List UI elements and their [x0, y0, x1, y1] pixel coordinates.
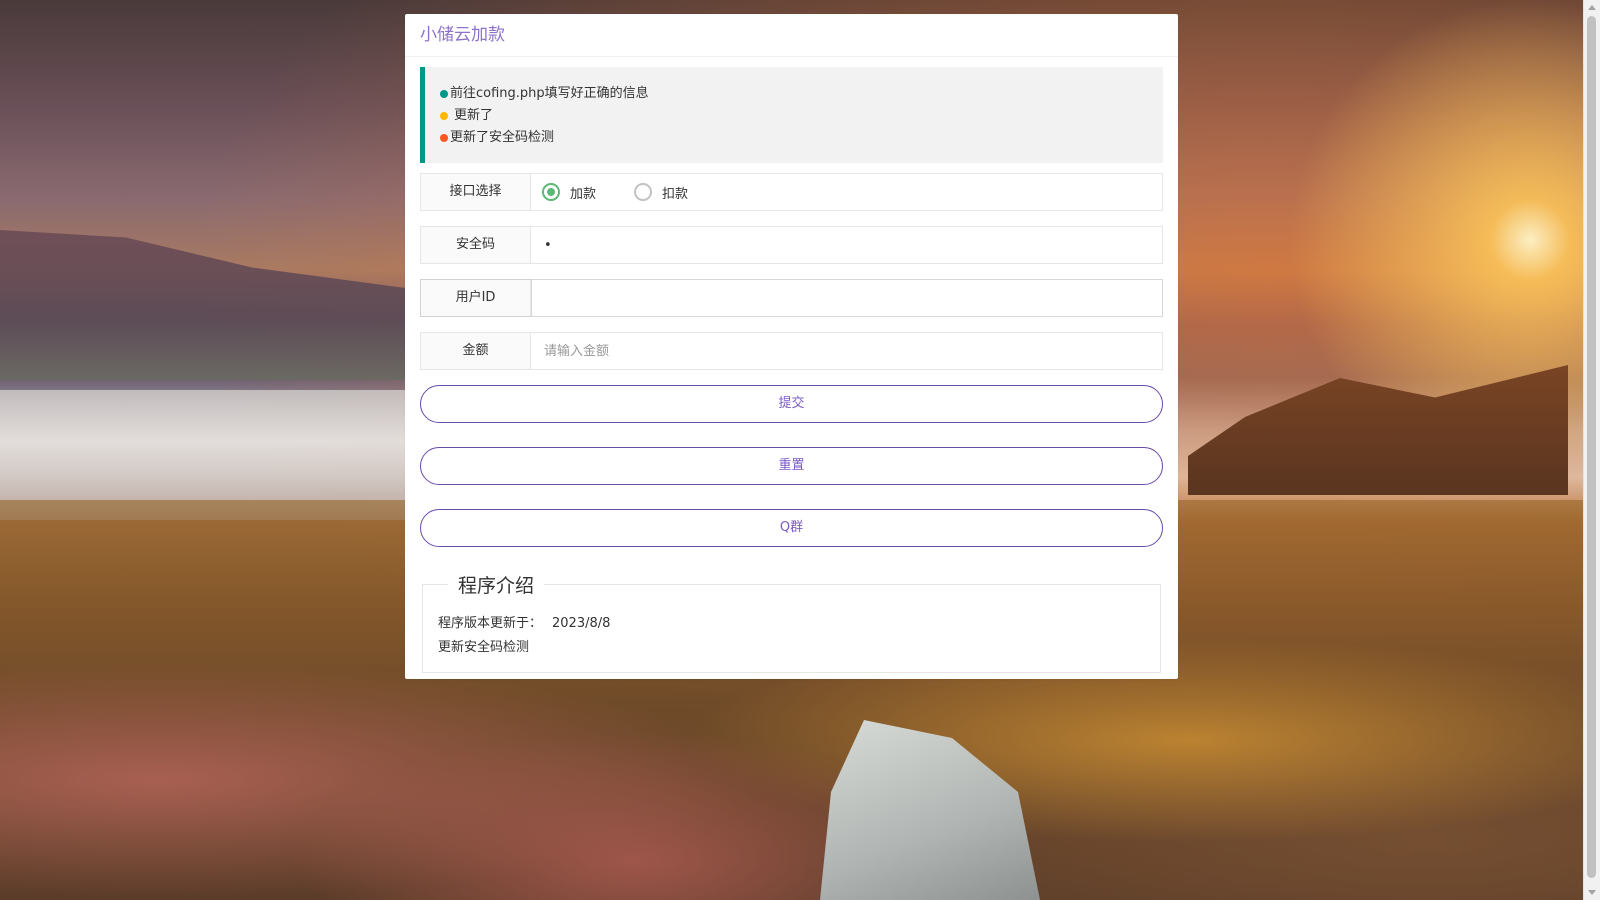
background-hill-left [0, 230, 420, 380]
notice-item: 前往cofing.php填写好正确的信息 [440, 83, 1163, 105]
scroll-up-arrow-icon[interactable] [1588, 5, 1596, 10]
scrollbar-thumb[interactable] [1587, 16, 1596, 878]
panel-body: 前往cofing.php填写好正确的信息 更新了 更新了安全码检测 接口选择 加… [405, 57, 1178, 673]
bullet-dot-icon [440, 90, 448, 98]
qq-group-button[interactable]: Q群 [420, 509, 1163, 547]
program-intro-legend: 程序介绍 [458, 575, 535, 597]
radio-unchecked-icon[interactable] [634, 183, 653, 201]
main-panel: 小储云加款 前往cofing.php填写好正确的信息 更新了 更新了安全码检测 … [405, 14, 1178, 679]
amount-input[interactable] [542, 332, 1162, 370]
panel-title: 小储云加款 [405, 14, 1178, 57]
notice-text: 更新了 [454, 108, 494, 123]
api-radio-group: 加款 扣款 [531, 174, 1162, 210]
amount-label: 金额 [421, 333, 531, 369]
user-id-input[interactable] [543, 279, 1162, 317]
user-id-row: 用户ID [420, 279, 1163, 317]
radio-add-funds[interactable]: 加款 [542, 183, 596, 202]
radio-deduct-funds[interactable]: 扣款 [634, 183, 688, 202]
notice-box: 前往cofing.php填写好正确的信息 更新了 更新了安全码检测 [420, 67, 1163, 163]
notice-text: 前往cofing.php填写好正确的信息 [450, 86, 649, 101]
notice-item: 更新了安全码检测 [440, 127, 1163, 149]
amount-row: 金额 [420, 332, 1163, 370]
background-hill-right [1188, 365, 1568, 495]
radio-checked-icon[interactable] [542, 183, 560, 201]
program-intro: 程序介绍 程序版本更新于： 2023/8/8 更新安全码检测 [422, 571, 1161, 673]
api-select-row: 接口选择 加款 扣款 [420, 173, 1163, 211]
changelog-line: 更新安全码检测 [438, 640, 530, 655]
api-select-label: 接口选择 [421, 174, 531, 210]
security-code-row: 安全码 [420, 226, 1163, 264]
reset-button[interactable]: 重置 [420, 447, 1163, 485]
bullet-dot-icon [440, 134, 448, 142]
notice-text: 更新了安全码检测 [450, 130, 555, 145]
version-label: 程序版本更新于： [438, 616, 543, 631]
user-id-label: 用户ID [421, 280, 531, 316]
radio-add-funds-label[interactable]: 加款 [570, 183, 596, 202]
security-code-label: 安全码 [421, 227, 531, 263]
version-line: 程序版本更新于： 2023/8/8 [438, 612, 1145, 636]
submit-button[interactable]: 提交 [420, 385, 1163, 423]
bullet-dot-icon [440, 112, 448, 120]
security-code-input[interactable] [542, 226, 1162, 264]
user-id-field-wrap [531, 279, 1163, 317]
version-value: 2023/8/8 [552, 616, 611, 631]
notice-item: 更新了 [440, 105, 1163, 127]
radio-deduct-funds-label[interactable]: 扣款 [662, 183, 688, 202]
scroll-down-arrow-icon[interactable] [1588, 890, 1596, 895]
amount-field-wrap [531, 332, 1162, 370]
page-scrollbar[interactable] [1583, 0, 1600, 900]
security-code-field-wrap [531, 226, 1162, 264]
